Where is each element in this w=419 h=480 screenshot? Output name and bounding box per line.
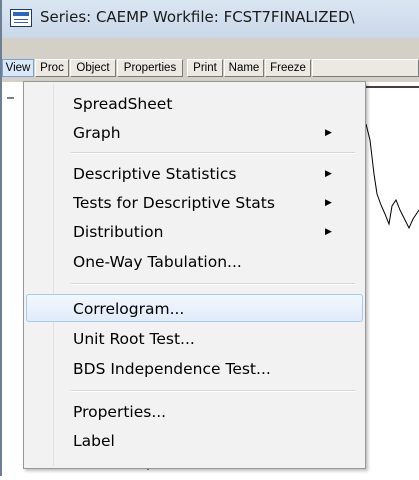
menu-item-label: BDS Independence Test... [73, 360, 271, 378]
menu-item-label-option[interactable]: Label [26, 427, 363, 455]
menu-item-spreadsheet[interactable]: SpreadSheet [26, 90, 363, 118]
submenu-arrow-icon: ▶ [325, 227, 332, 237]
object-button[interactable]: Object [70, 59, 116, 77]
menu-item-properties[interactable]: Properties... [26, 398, 363, 426]
menu-item-one-way-tabulation[interactable]: One-Way Tabulation... [26, 248, 363, 276]
toolbar-button-partial[interactable] [312, 59, 419, 77]
menu-item-label: SpreadSheet [73, 95, 173, 113]
proc-button[interactable]: Proc [35, 59, 69, 77]
menu-separator [71, 152, 355, 154]
menu-item-label: Label [73, 432, 115, 450]
view-dropdown-menu: SpreadSheet Graph ▶ Descriptive Statisti… [23, 81, 366, 469]
freeze-button[interactable]: Freeze [265, 59, 311, 77]
toolbar: View Proc Object Properties Print Name F… [2, 38, 419, 82]
menu-item-label: Distribution [73, 223, 164, 241]
menu-item-label: Descriptive Statistics [73, 165, 237, 183]
submenu-arrow-icon: ▶ [325, 128, 332, 138]
menu-item-label: One-Way Tabulation... [73, 253, 242, 271]
menu-item-tests-descriptive-stats[interactable]: Tests for Descriptive Stats ▶ [26, 189, 363, 217]
name-button[interactable]: Name [224, 59, 264, 77]
menu-item-distribution[interactable]: Distribution ▶ [26, 218, 363, 246]
series-line [365, 123, 419, 230]
title-bar[interactable]: Series: CAEMP Workfile: FCST7FINALIZED\ [2, 0, 419, 38]
menu-item-label: Graph [73, 124, 121, 142]
menu-separator [71, 390, 355, 392]
properties-button[interactable]: Properties [117, 59, 183, 77]
submenu-arrow-icon: ▶ [325, 198, 332, 208]
menu-item-unit-root-test[interactable]: Unit Root Test... [26, 325, 363, 353]
menu-item-bds-independence-test[interactable]: BDS Independence Test... [26, 355, 363, 383]
view-button[interactable]: View [2, 59, 34, 77]
menu-separator [71, 283, 355, 285]
print-button[interactable]: Print [187, 59, 223, 77]
window-icon [10, 9, 32, 27]
menu-item-label: Properties... [73, 403, 167, 421]
window-title: Series: CAEMP Workfile: FCST7FINALIZED\ [40, 8, 355, 26]
menu-item-label: Unit Root Test... [73, 330, 195, 348]
submenu-arrow-icon: ▶ [325, 169, 332, 179]
menu-item-descriptive-statistics[interactable]: Descriptive Statistics ▶ [26, 160, 363, 188]
eviews-series-window: Series: CAEMP Workfile: FCST7FINALIZED\ … [0, 0, 419, 476]
menu-item-correlogram[interactable]: Correlogram... [26, 294, 363, 322]
menu-item-label: Correlogram... [73, 300, 185, 318]
menu-item-label: Tests for Descriptive Stats [73, 194, 275, 212]
menu-item-graph[interactable]: Graph ▶ [26, 119, 363, 147]
